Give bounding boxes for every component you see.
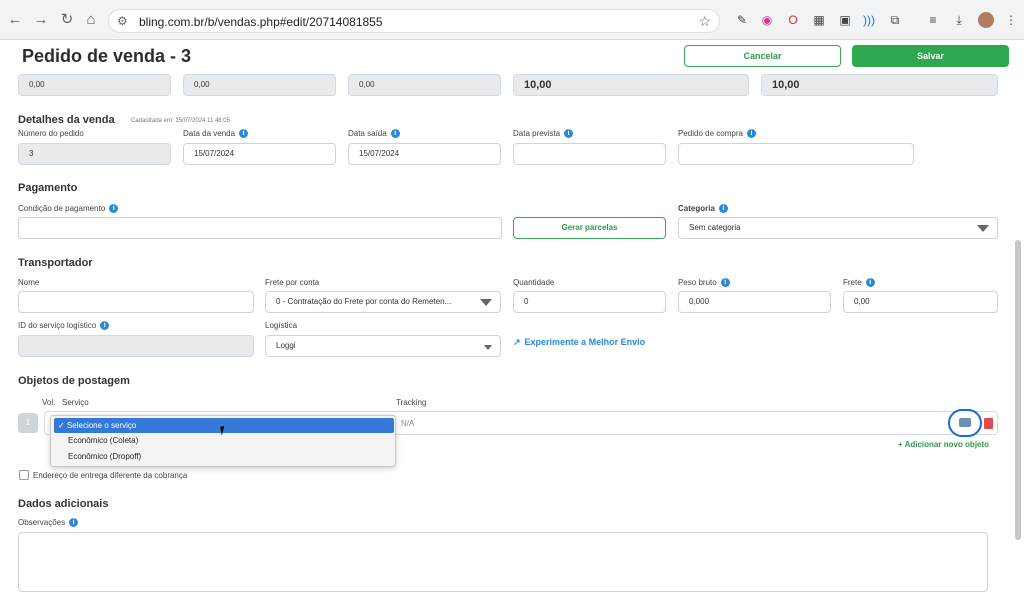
- quantidade-label: Quantidade: [513, 278, 555, 287]
- frete-conta-value: 0 - Contratação do Frete por conta do Re…: [276, 297, 452, 306]
- save-button[interactable]: Salvar: [852, 45, 1009, 67]
- browser-toolbar: ← → ↻ ⌂ ⚙ bling.com.br/b/vendas.php#edit…: [0, 0, 1024, 40]
- peso-label: Peso bruto i: [678, 278, 730, 288]
- dropdown-option-dropoff[interactable]: Econômico (Dropoff): [54, 449, 394, 464]
- shipping-truck-button[interactable]: [948, 409, 982, 437]
- gerar-parcelas-button[interactable]: Gerar parcelas: [513, 217, 666, 239]
- condicao-label: Condição de pagamento i: [18, 204, 119, 214]
- pedido-compra-label: Pedido de compra i: [678, 129, 756, 139]
- total-field-1: 0,00: [18, 74, 171, 96]
- tracking-value: N/A: [401, 419, 415, 428]
- info-icon[interactable]: i: [69, 518, 79, 528]
- service-dropdown: ✓ Selecione o serviço Econômico (Coleta)…: [50, 415, 396, 467]
- frete-label: Frete i: [843, 278, 875, 288]
- data-venda-label: Data da venda i: [183, 129, 249, 139]
- add-object-button[interactable]: + Adicionar novo objeto: [898, 440, 989, 449]
- bookmark-star-icon[interactable]: ☆: [698, 13, 711, 30]
- dropdown-option-coleta[interactable]: Econômico (Coleta): [54, 433, 394, 448]
- endereco-checkbox[interactable]: [19, 470, 29, 480]
- endereco-label: Endereço de entrega diferente da cobranç…: [33, 471, 188, 480]
- trash-icon[interactable]: [984, 418, 993, 429]
- extension-opera-icon[interactable]: O: [786, 13, 800, 27]
- reading-list-icon[interactable]: ≡: [926, 13, 940, 27]
- observacoes-label: Observações i: [18, 518, 79, 528]
- total-field-5: 10,00: [761, 74, 998, 96]
- chevron-down-icon: [484, 345, 492, 350]
- section-objetos-title: Objetos de postagem: [18, 375, 130, 387]
- info-icon[interactable]: i: [746, 129, 756, 139]
- extension-grid-icon[interactable]: ▦: [812, 13, 826, 27]
- forward-icon[interactable]: →: [32, 11, 50, 29]
- total-field-3: 0,00: [348, 74, 501, 96]
- extension-camera-icon[interactable]: ◉: [760, 13, 774, 27]
- categoria-label: Categoria i: [678, 204, 728, 214]
- melhor-envio-link[interactable]: ↗ Experimente a Melhor Envio: [513, 337, 645, 348]
- data-venda-input[interactable]: 15/07/2024: [183, 143, 336, 165]
- truck-icon: [959, 418, 971, 427]
- condicao-input[interactable]: [18, 217, 502, 239]
- quantidade-input[interactable]: 0: [513, 291, 666, 313]
- info-icon[interactable]: i: [564, 129, 574, 139]
- cadastrada-note: Cadastrada em: 15/07/2024 11:48:05: [131, 118, 230, 124]
- total-field-4: 10,00: [513, 74, 749, 96]
- info-icon[interactable]: i: [239, 129, 249, 139]
- volume-badge: 1: [18, 413, 38, 433]
- section-transportador-title: Transportador: [18, 257, 93, 269]
- peso-input[interactable]: 0,000: [678, 291, 831, 313]
- section-detalhes-title: Detalhes da venda: [18, 114, 115, 126]
- page-title: Pedido de venda - 3: [22, 46, 192, 66]
- numero-label: Número do pedido: [18, 129, 84, 138]
- section-adicionais-title: Dados adicionais: [18, 498, 109, 510]
- data-saida-label: Data saída i: [348, 129, 400, 139]
- extensions-puzzle-icon[interactable]: ⧉: [888, 13, 902, 27]
- info-icon[interactable]: i: [390, 129, 400, 139]
- extension-pen-icon[interactable]: ✎: [735, 13, 749, 27]
- observacoes-textarea[interactable]: [18, 532, 988, 592]
- address-bar[interactable]: ⚙ bling.com.br/b/vendas.php#edit/2071408…: [108, 9, 720, 33]
- frete-conta-label: Frete por conta: [265, 278, 320, 287]
- servico-header: Serviço: [62, 398, 89, 407]
- cancel-button[interactable]: Cancelar: [684, 45, 841, 67]
- reload-icon[interactable]: ↻: [58, 11, 76, 29]
- url-text: bling.com.br/b/vendas.php#edit/207140818…: [139, 15, 383, 29]
- data-prevista-label: Data prevista i: [513, 129, 574, 139]
- pedido-compra-input[interactable]: [678, 143, 914, 165]
- site-settings-icon[interactable]: ⚙: [117, 14, 128, 28]
- categoria-value: Sem categoria: [689, 223, 741, 232]
- back-icon[interactable]: ←: [6, 11, 24, 29]
- chevron-down-icon: [977, 225, 989, 232]
- data-saida-input[interactable]: 15/07/2024: [348, 143, 501, 165]
- external-link-icon: ↗: [513, 337, 521, 347]
- extension-box-icon[interactable]: ▣: [838, 13, 852, 27]
- extension-wave-icon[interactable]: ))): [862, 13, 876, 27]
- mouse-cursor-icon: [220, 425, 230, 436]
- info-icon[interactable]: i: [100, 321, 110, 331]
- info-icon[interactable]: i: [109, 204, 119, 214]
- logistica-select[interactable]: Loggi: [265, 335, 501, 357]
- page-scrollbar[interactable]: [1015, 240, 1021, 540]
- info-icon[interactable]: i: [718, 204, 728, 214]
- info-icon[interactable]: i: [865, 278, 875, 288]
- home-icon[interactable]: ⌂: [82, 11, 100, 29]
- id-servico-field: [18, 335, 254, 357]
- numero-field: 3: [18, 143, 171, 165]
- vol-header: Vol.: [42, 398, 56, 407]
- frete-input[interactable]: 0,00: [843, 291, 998, 313]
- id-servico-label: ID do serviço logístico i: [18, 321, 110, 331]
- menu-kebab-icon[interactable]: ⋮: [1004, 13, 1018, 27]
- categoria-select[interactable]: Sem categoria: [678, 217, 998, 239]
- data-prevista-input[interactable]: [513, 143, 666, 165]
- info-icon[interactable]: i: [720, 278, 730, 288]
- chevron-down-icon: [480, 299, 492, 306]
- download-icon[interactable]: ⤓: [952, 13, 966, 27]
- avatar[interactable]: [978, 12, 994, 28]
- section-pagamento-title: Pagamento: [18, 182, 78, 194]
- logistica-value: Loggi: [276, 341, 296, 350]
- tracking-header: Tracking: [396, 398, 427, 407]
- nome-label: Nome: [18, 278, 40, 287]
- nome-input[interactable]: [18, 291, 254, 313]
- logistica-label: Logística: [265, 321, 298, 330]
- frete-conta-select[interactable]: 0 - Contratação do Frete por conta do Re…: [265, 291, 501, 313]
- total-field-2: 0,00: [183, 74, 336, 96]
